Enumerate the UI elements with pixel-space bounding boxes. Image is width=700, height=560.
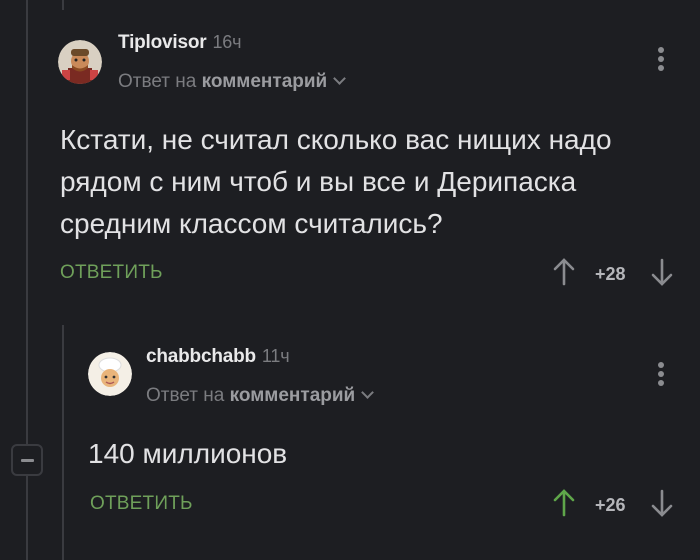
reply-prefix: Ответ на (146, 385, 225, 406)
arrow-up-icon[interactable] (552, 489, 576, 517)
comment-time: 11ч (261, 346, 290, 366)
chevron-down-icon (361, 386, 375, 399)
author-label[interactable]: chabbchabb (146, 346, 256, 367)
reply-target[interactable]: комментарий (230, 385, 356, 406)
avatar[interactable] (88, 352, 132, 396)
more-vertical-icon[interactable] (658, 362, 666, 389)
reply-button[interactable]: ОТВЕТИТЬ (90, 493, 193, 515)
comment-2: chabbchabb 11ч Ответ на комментарий 140 м… (0, 0, 700, 560)
comment-text: 140 миллионов (88, 438, 288, 469)
rating-score: +26 (595, 495, 626, 515)
reply-to-link[interactable]: Ответ на комментарий (146, 385, 375, 407)
arrow-down-icon[interactable] (650, 489, 674, 517)
author-name[interactable]: chabbchabb 11ч (146, 346, 290, 368)
